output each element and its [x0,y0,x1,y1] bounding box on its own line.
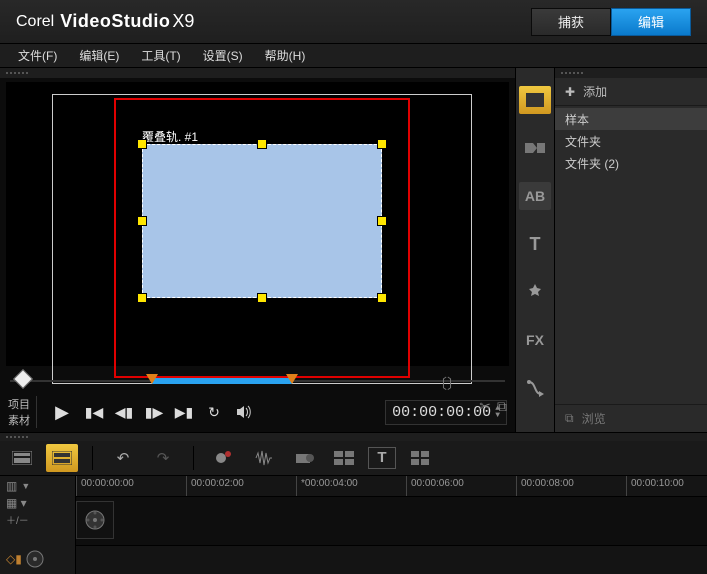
resize-handle-e[interactable] [377,216,387,226]
timeline-toolbar: ↶ ↷ T [0,441,707,476]
ruler-tick: 00:00:10:00 [626,476,688,496]
category-text-icon[interactable]: T [519,230,551,258]
library-folder-item[interactable]: 样本 [555,108,707,130]
library-folder-item[interactable]: 文件夹 (2) [555,152,707,174]
timeline-view-button[interactable] [46,444,78,472]
category-fx-icon[interactable]: FX [519,326,551,354]
overlay-clip[interactable] [142,144,382,298]
ruler-tick: 00:00:08:00 [516,476,578,496]
library-folder-item[interactable]: 文件夹 [555,130,707,152]
next-frame-button[interactable]: ▮▶ [141,399,167,425]
scrub-playhead[interactable] [13,369,33,389]
mode-capture-tab[interactable]: 捕获 [531,8,611,36]
resize-handle-w[interactable] [137,216,147,226]
library-add-label: 添加 [583,83,607,100]
category-graphics-icon[interactable] [519,278,551,306]
brand-product: VideoStudio [60,11,170,32]
brand-version: X9 [172,11,194,32]
library-add-button[interactable]: ✚ 添加 [555,78,707,106]
plus-icon: ✚ [565,85,575,99]
menu-edit[interactable]: 编辑(E) [71,45,127,66]
timeline-clip[interactable] [76,501,114,539]
category-media-icon[interactable] [519,86,551,114]
go-end-button[interactable]: ▶▮ [171,399,197,425]
overlay-track[interactable] [76,545,707,574]
menu-bar: 文件(F) 编辑(E) 工具(T) 设置(S) 帮助(H) [0,44,707,68]
category-transition-icon[interactable] [519,134,551,162]
mode-edit-tab[interactable]: 编辑 [611,8,691,36]
timeline-ruler[interactable]: 00:00:00:00 00:00:02:00 *00:00:04:00 00:… [76,476,707,496]
browse-icon: ⧉ [565,411,574,426]
preview-pane: 覆叠轨. #1 〔 〕 ✂ ⧉ [0,68,515,432]
trim-bracket-left: 〔 [433,374,447,394]
undo-button[interactable]: ↶ [107,444,139,472]
menu-tools[interactable]: 工具(T) [133,45,188,66]
library-browse-button[interactable]: ⧉ 浏览 [555,404,707,432]
timeline-panel: ↶ ↷ T ▥ ▼ 00:00:00:00 00:00:02:00 *0 [0,432,707,574]
timeline-panel-grip[interactable] [0,433,707,441]
ruler-tick: *00:00:04:00 [296,476,362,496]
playback-controls: 项目 素材 ▶ ▮◀ ◀▮ ▮▶ ▶▮ ↻ 00:00:00:00 ▲▼ [0,392,515,432]
mode-project-label[interactable]: 项目 [8,396,30,412]
resize-handle-nw[interactable] [137,139,147,149]
library-category-toolbar: AB T FX [516,68,554,432]
track-header: ▦ ▾ ＋/－ [0,496,76,545]
menu-file[interactable]: 文件(F) [10,45,65,66]
ruler-tick: 00:00:02:00 [186,476,248,496]
track-manager-button[interactable] [404,444,436,472]
auto-music-button[interactable] [288,444,320,472]
video-track[interactable] [76,496,707,545]
title-track-button[interactable]: T [368,447,396,469]
expand-preview-icon[interactable]: ⧉ [497,398,507,415]
brand-corel: Corel [16,13,54,31]
track-options-dropdown-icon[interactable]: ▼ [21,481,30,491]
menu-help[interactable]: 帮助(H) [257,45,314,66]
overlay-track-header: ◇▮ [0,545,76,574]
overlay-track-icon[interactable]: ◇▮ [6,552,22,566]
timeline-header-tools: ▥ ▼ [0,476,76,496]
library-pane: AB T FX ✚ 添加 样本 文件夹 文件夹 (2) [515,68,707,432]
trim-bracket-right: 〕 [447,374,461,394]
track-visibility-icon[interactable]: ▦ ▾ [6,496,27,510]
storyboard-view-button[interactable] [6,444,38,472]
ruler-tick: 00:00:00:00 [76,476,138,496]
volume-button[interactable] [231,399,257,425]
timecode-value: 00:00:00:00 [392,404,491,421]
mode-clip-label[interactable]: 素材 [8,412,30,428]
title-bar: Corel VideoStudio X9 捕获 编辑 [0,0,707,44]
resize-handle-n[interactable] [257,139,267,149]
library-panel-grip[interactable] [555,68,707,78]
menu-settings[interactable]: 设置(S) [195,45,251,66]
resize-handle-ne[interactable] [377,139,387,149]
overlay-reel-icon[interactable] [26,550,44,568]
multi-cam-button[interactable] [328,444,360,472]
play-button[interactable]: ▶ [47,397,77,427]
category-path-icon[interactable] [519,374,551,402]
scrub-selection[interactable] [152,378,292,384]
audio-mixer-button[interactable] [248,444,280,472]
library-browse-label: 浏览 [582,410,606,427]
panel-grip[interactable] [0,68,515,78]
resize-handle-sw[interactable] [137,293,147,303]
preview-canvas[interactable]: 覆叠轨. #1 [6,82,509,366]
resize-handle-s[interactable] [257,293,267,303]
split-clip-icon[interactable]: ✂ [479,398,491,415]
prev-frame-button[interactable]: ◀▮ [111,399,137,425]
resize-handle-se[interactable] [377,293,387,303]
repeat-button[interactable]: ↻ [201,399,227,425]
track-options-icon[interactable]: ▥ [6,479,17,493]
track-add-icon[interactable]: ＋/－ [6,512,29,527]
overlay-track-label: 覆叠轨. #1 [142,128,198,145]
scrub-bar[interactable]: 〔 〕 [10,370,505,392]
go-start-button[interactable]: ▮◀ [81,399,107,425]
record-button[interactable] [208,444,240,472]
ruler-tick: 00:00:06:00 [406,476,468,496]
mark-in-handle[interactable] [146,374,158,384]
category-title-icon[interactable]: AB [519,182,551,210]
library-folder-list: 样本 文件夹 文件夹 (2) [555,106,707,176]
redo-button[interactable]: ↷ [147,444,179,472]
mark-out-handle[interactable] [286,374,298,384]
